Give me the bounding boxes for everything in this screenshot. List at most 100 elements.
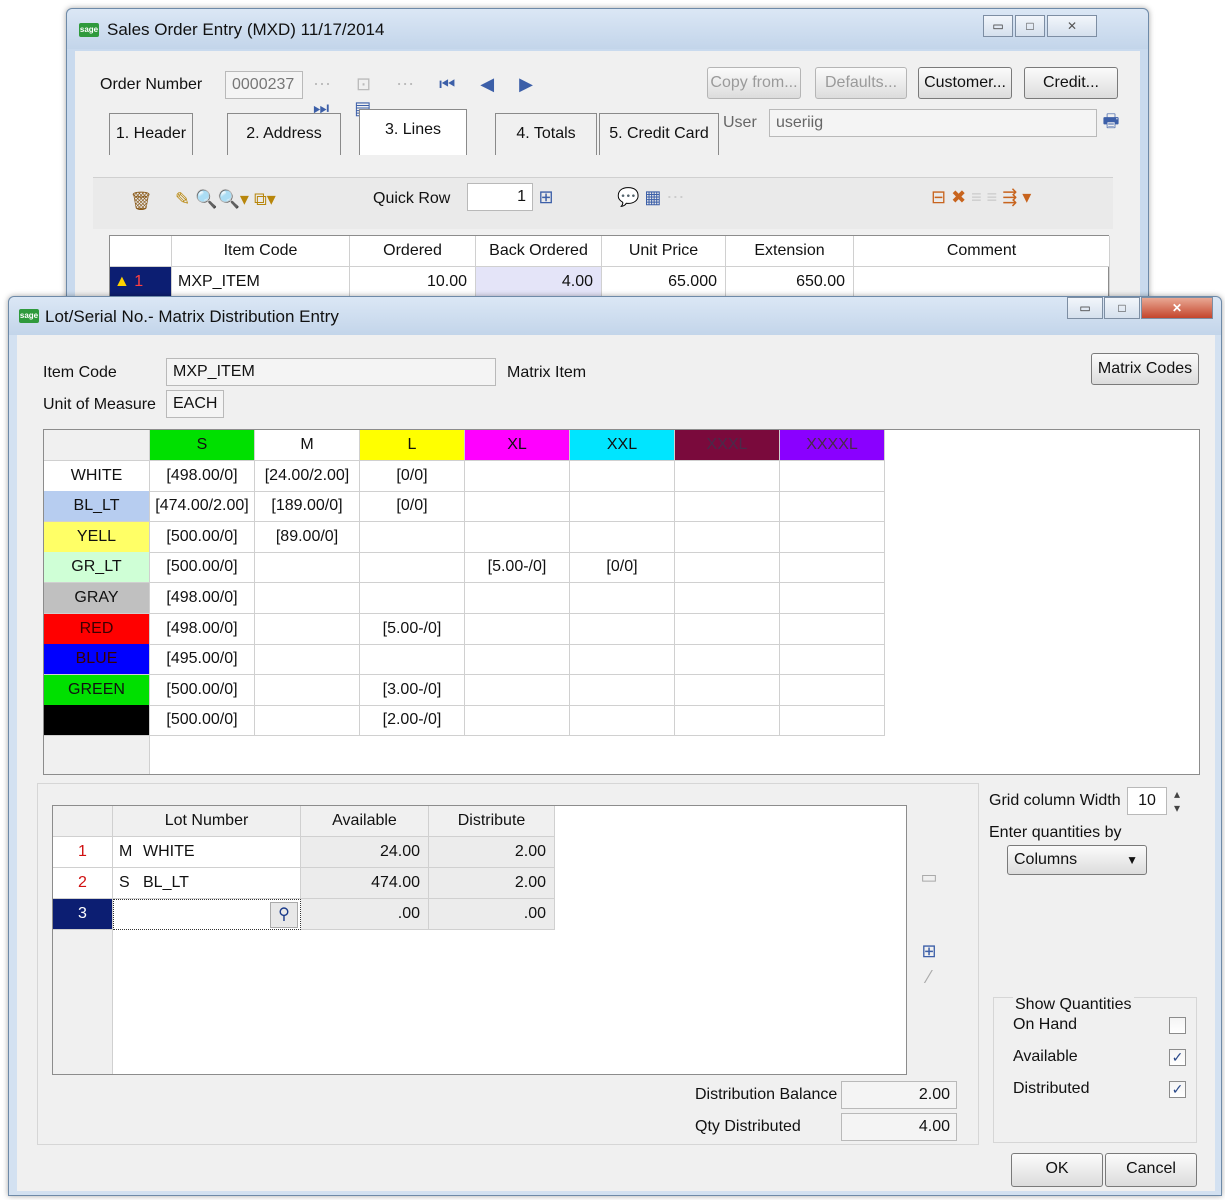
matrix-cell[interactable] bbox=[465, 674, 570, 706]
tab-lines[interactable]: 3. Lines bbox=[359, 109, 467, 155]
matrix-cell[interactable]: [474.00/2.00] bbox=[150, 491, 255, 523]
matrix-cell[interactable] bbox=[780, 674, 885, 706]
matrix-cell[interactable] bbox=[360, 583, 465, 614]
tab-address[interactable]: 2. Address bbox=[227, 113, 341, 155]
matrix-cell[interactable] bbox=[675, 705, 780, 737]
lot-distribute-cell[interactable]: 2.00 bbox=[429, 868, 555, 899]
line-comment[interactable] bbox=[854, 267, 1110, 298]
matrix-cell[interactable] bbox=[465, 491, 570, 523]
matrix-cell[interactable] bbox=[780, 491, 885, 523]
matrix-cell[interactable]: [89.00/0] bbox=[255, 521, 360, 553]
matrix-cell[interactable] bbox=[675, 674, 780, 706]
copy-from-button[interactable]: Copy from... bbox=[707, 67, 801, 99]
matrix-cell[interactable]: [495.00/0] bbox=[150, 644, 255, 676]
credit-button[interactable]: Credit... bbox=[1024, 67, 1118, 99]
matrix-cell[interactable] bbox=[360, 552, 465, 584]
line-ordered[interactable]: 10.00 bbox=[350, 267, 476, 298]
close-button[interactable]: ✕ bbox=[1047, 15, 1097, 37]
matrix-cell[interactable] bbox=[675, 491, 780, 523]
matrix-cell[interactable] bbox=[780, 644, 885, 676]
matrix-cell[interactable] bbox=[675, 552, 780, 584]
matrix-cell[interactable] bbox=[255, 705, 360, 737]
matrix-cell[interactable] bbox=[360, 644, 465, 676]
order-number-field[interactable]: 0000237 bbox=[225, 71, 303, 99]
lot-distribute-cell[interactable]: 2.00 bbox=[429, 837, 555, 868]
matrix-cell[interactable] bbox=[465, 613, 570, 645]
matrix-cell[interactable] bbox=[255, 613, 360, 645]
matrix-cell[interactable] bbox=[570, 674, 675, 706]
matrix-cell[interactable] bbox=[255, 583, 360, 614]
maximize-button[interactable]: □ bbox=[1015, 15, 1045, 37]
distributed-checkbox[interactable]: ✓ bbox=[1169, 1081, 1186, 1098]
matrix-cell[interactable]: [5.00-/0] bbox=[465, 552, 570, 584]
line-unit-price[interactable]: 65.000 bbox=[602, 267, 726, 298]
matrix-cell[interactable] bbox=[675, 583, 780, 614]
quick-row-input[interactable]: 1 bbox=[467, 183, 533, 211]
side-minus-icon[interactable]: ▭ bbox=[917, 865, 941, 889]
line-back-ordered[interactable]: 4.00 bbox=[476, 267, 602, 298]
matrix-cell[interactable] bbox=[570, 644, 675, 676]
matrix-cell[interactable] bbox=[570, 613, 675, 645]
line-tools-icons[interactable]: ⊟ ✖ ≡ ≡ ⇶ ▾ bbox=[931, 185, 1101, 209]
quick-row-icon[interactable]: ⊞ bbox=[535, 185, 557, 209]
matrix-codes-button[interactable]: Matrix Codes bbox=[1091, 353, 1199, 385]
matrix-cell[interactable]: [498.00/0] bbox=[150, 460, 255, 492]
side-tool-icon[interactable]: ⁄ bbox=[917, 965, 941, 989]
matrix-cell[interactable] bbox=[465, 583, 570, 614]
matrix-cell[interactable] bbox=[570, 491, 675, 523]
side-grid-icon[interactable]: ⊞ bbox=[917, 939, 941, 963]
available-checkbox[interactable]: ✓ bbox=[1169, 1049, 1186, 1066]
matrix-cell[interactable]: [500.00/0] bbox=[150, 705, 255, 737]
matrix-cell[interactable] bbox=[780, 583, 885, 614]
matrix-cell[interactable] bbox=[360, 521, 465, 553]
matrix-cell[interactable] bbox=[255, 674, 360, 706]
matrix-cell[interactable]: [500.00/0] bbox=[150, 674, 255, 706]
matrix-cell[interactable]: [500.00/0] bbox=[150, 552, 255, 584]
matrix-cell[interactable] bbox=[780, 705, 885, 737]
tab-totals[interactable]: 4. Totals bbox=[495, 113, 597, 155]
lot-number-cell[interactable]: M WHITE bbox=[113, 837, 301, 868]
matrix-cell[interactable] bbox=[255, 644, 360, 676]
tab-header[interactable]: 1. Header bbox=[109, 113, 193, 155]
lot-number-cell[interactable]: S BL_LT bbox=[113, 868, 301, 899]
matrix-cell[interactable]: [498.00/0] bbox=[150, 583, 255, 614]
matrix-cell[interactable] bbox=[780, 552, 885, 584]
matrix-cell[interactable] bbox=[465, 705, 570, 737]
matrix-cell[interactable]: [3.00-/0] bbox=[360, 674, 465, 706]
binoculars-icon[interactable]: ✎ 🔍🔍▾ ⧉▾ bbox=[175, 187, 285, 211]
enter-qty-select[interactable]: Columns ▼ bbox=[1007, 845, 1147, 875]
matrix-cell[interactable]: [0/0] bbox=[360, 491, 465, 523]
matrix-cell[interactable]: [500.00/0] bbox=[150, 521, 255, 553]
spinner-icon[interactable]: ▴ ▾ bbox=[1169, 787, 1185, 815]
matrix-cell[interactable] bbox=[465, 521, 570, 553]
matrix-cell[interactable]: [0/0] bbox=[360, 460, 465, 492]
matrix-cell[interactable] bbox=[570, 705, 675, 737]
matrix-cell[interactable] bbox=[780, 521, 885, 553]
trash-icon[interactable]: 🗑 bbox=[129, 189, 153, 213]
matrix-cell[interactable] bbox=[570, 460, 675, 492]
minimize-button[interactable]: ▭ bbox=[1067, 297, 1103, 319]
lot-number-cell[interactable]: ⚲ bbox=[113, 899, 301, 930]
matrix-cell[interactable] bbox=[780, 460, 885, 492]
cancel-button[interactable]: Cancel bbox=[1105, 1153, 1197, 1187]
on-hand-checkbox[interactable] bbox=[1169, 1017, 1186, 1034]
matrix-cell[interactable] bbox=[675, 521, 780, 553]
matrix-cell[interactable] bbox=[570, 583, 675, 614]
matrix-cell[interactable]: [189.00/0] bbox=[255, 491, 360, 523]
matrix-cell[interactable] bbox=[570, 521, 675, 553]
matrix-cell[interactable] bbox=[675, 644, 780, 676]
close-button[interactable]: ✕ bbox=[1141, 297, 1213, 319]
matrix-cell[interactable]: [24.00/2.00] bbox=[255, 460, 360, 492]
line-extension[interactable]: 650.00 bbox=[726, 267, 854, 298]
matrix-cell[interactable]: [2.00-/0] bbox=[360, 705, 465, 737]
matrix-cell[interactable] bbox=[675, 613, 780, 645]
customer-button[interactable]: Customer... bbox=[918, 67, 1012, 99]
matrix-cell[interactable]: [0/0] bbox=[570, 552, 675, 584]
matrix-cell[interactable] bbox=[675, 460, 780, 492]
matrix-cell[interactable] bbox=[465, 460, 570, 492]
comment-icon[interactable]: 💬 ▦ ⋯ bbox=[617, 185, 687, 209]
maximize-button[interactable]: □ bbox=[1104, 297, 1140, 319]
line-item-code[interactable]: MXP_ITEM bbox=[172, 267, 350, 298]
tab-credit-card[interactable]: 5. Credit Card bbox=[599, 113, 719, 155]
minimize-button[interactable]: ▭ bbox=[983, 15, 1013, 37]
